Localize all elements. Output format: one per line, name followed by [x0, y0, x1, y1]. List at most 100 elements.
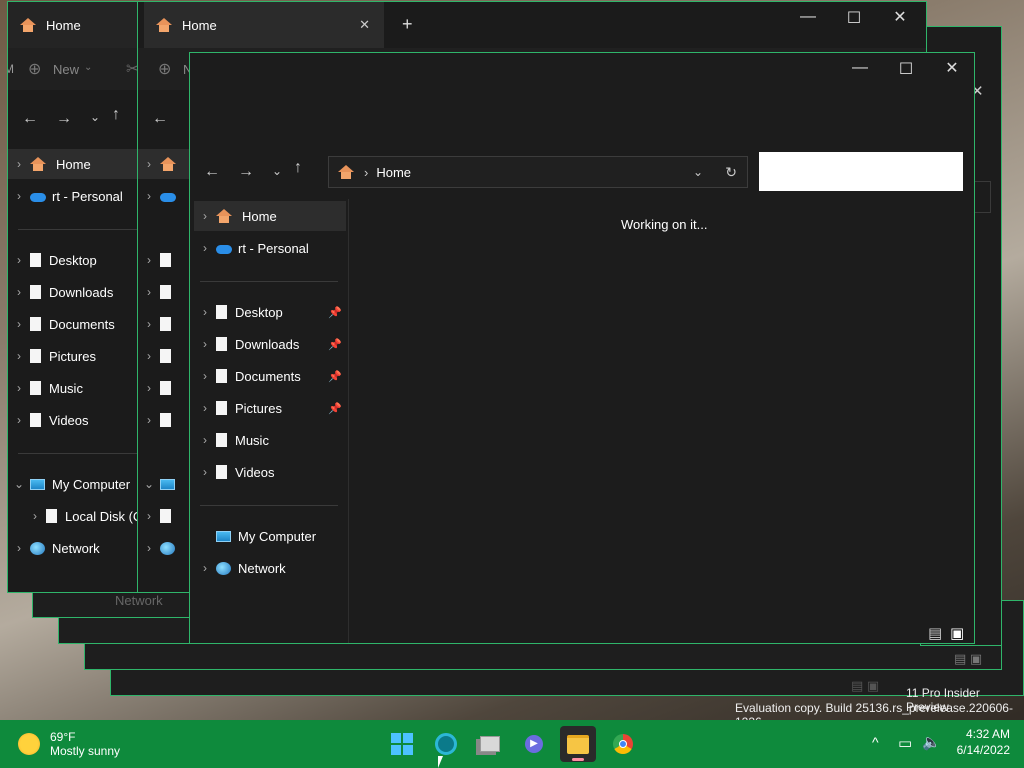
sidebar-item-downloads[interactable]: › Downloads — [8, 277, 113, 307]
sidebar-item-music[interactable]: › Music — [8, 373, 83, 403]
sidebar-item-videos[interactable]: › Videos — [194, 457, 275, 487]
address-location[interactable]: Home — [376, 165, 411, 180]
chevron-right-icon[interactable]: › — [194, 401, 216, 415]
pin-icon[interactable]: 📌 — [328, 402, 342, 415]
pin-icon[interactable]: 📌 — [328, 338, 342, 351]
sidebar-item-pictures[interactable]: › Pictures — [8, 341, 96, 371]
network-status-icon[interactable]: ▭ — [898, 734, 912, 752]
file-explorer-taskbar-button[interactable] — [560, 726, 596, 762]
sidebar-item-downloads[interactable]: › — [138, 277, 179, 307]
sidebar-item-network[interactable]: › Network — [194, 553, 286, 583]
menu-icon-partial[interactable]: M — [8, 62, 14, 76]
nav-up-icon[interactable]: ↑ — [294, 159, 302, 177]
new-button[interactable]: New — [53, 62, 79, 77]
search-box[interactable] — [759, 152, 963, 191]
weather-widget[interactable]: 69°F Mostly sunny — [18, 728, 120, 760]
chevron-right-icon[interactable]: › — [8, 381, 30, 395]
sidebar-item-pictures[interactable]: › Pictures 📌 — [194, 393, 346, 423]
sidebar-item-local-disk[interactable]: › — [138, 501, 179, 531]
chevron-right-icon[interactable]: › — [194, 433, 216, 447]
new-icon[interactable]: ⊕ — [158, 59, 171, 79]
task-view-button[interactable] — [472, 726, 508, 762]
sidebar-item-onedrive[interactable]: › rt - Personal — [194, 233, 309, 263]
sidebar-item-documents[interactable]: › — [138, 309, 179, 339]
minimize-button[interactable]: — — [837, 59, 883, 77]
chevron-right-icon[interactable]: › — [138, 381, 160, 395]
maximize-button[interactable]: ☐ — [883, 59, 929, 79]
sidebar-item-home[interactable]: › Home — [194, 201, 346, 231]
address-bar[interactable]: › Home ⌄ ↻ — [328, 156, 748, 188]
sidebar-item-my-computer[interactable]: ⌄ My Computer — [8, 469, 130, 499]
chevron-right-icon[interactable]: › — [8, 349, 30, 363]
close-button[interactable]: ✕ — [929, 58, 974, 78]
sidebar-item-my-computer[interactable]: My Computer — [194, 521, 316, 551]
minimize-button[interactable]: — — [785, 8, 831, 26]
refresh-icon[interactable]: ↻ — [725, 164, 737, 181]
chevron-right-icon[interactable]: › — [8, 189, 30, 203]
sidebar-item-desktop[interactable]: › Desktop 📌 — [194, 297, 346, 327]
nav-back-icon[interactable]: ← — [152, 110, 168, 128]
chevron-right-icon[interactable]: › — [138, 349, 160, 363]
chevron-right-icon[interactable]: › — [138, 189, 160, 203]
pin-icon[interactable]: 📌 — [328, 306, 342, 319]
maximize-button[interactable]: ☐ — [831, 8, 877, 28]
nav-forward-icon[interactable]: → — [238, 163, 254, 181]
nav-recent-icon[interactable]: ⌄ — [90, 110, 100, 124]
sidebar-item-music[interactable]: › — [138, 373, 179, 403]
chevron-right-icon[interactable]: › — [8, 317, 30, 331]
chevron-right-icon[interactable]: › — [194, 241, 216, 255]
volume-icon[interactable]: 🔈 — [922, 733, 941, 751]
show-hidden-icons-button[interactable]: ^ — [872, 734, 879, 750]
details-view-icon[interactable]: ▤ — [928, 624, 942, 642]
tiles-view-icon[interactable]: ▣ — [950, 624, 964, 642]
chevron-right-icon[interactable]: › — [194, 337, 216, 351]
explorer-window-front[interactable]: — ☐ ✕ ← → ⌄ ↑ › Home ⌄ ↻ › Home › rt - Per… — [189, 52, 975, 644]
chevron-right-icon[interactable]: › — [8, 413, 30, 427]
nav-forward-icon[interactable]: → — [56, 110, 72, 128]
chevron-right-icon[interactable]: › — [138, 157, 160, 171]
sidebar-item-videos[interactable]: › Videos — [8, 405, 89, 435]
start-button[interactable] — [384, 726, 420, 762]
sidebar-item-network[interactable]: › — [138, 533, 182, 563]
sidebar-item-onedrive[interactable]: › rt - Personal — [8, 181, 123, 211]
sidebar-item-network[interactable]: › Network — [8, 533, 100, 563]
chevron-right-icon[interactable]: › — [138, 285, 160, 299]
chevron-right-icon[interactable]: › — [194, 369, 216, 383]
sidebar-item-my-computer[interactable]: ⌄ — [138, 469, 182, 499]
chrome-taskbar-button[interactable] — [605, 726, 641, 762]
nav-recent-icon[interactable]: ⌄ — [272, 164, 282, 178]
sidebar-item-documents[interactable]: › Documents — [8, 309, 115, 339]
sidebar-item-onedrive[interactable]: › — [138, 181, 182, 211]
chevron-right-icon[interactable]: › — [24, 509, 46, 523]
tab-home-back-1[interactable]: Home — [8, 2, 138, 48]
clock[interactable]: 4:32 AM 6/14/2022 — [950, 727, 1010, 757]
sidebar-item-desktop[interactable]: › Desktop — [8, 245, 97, 275]
nav-back-icon[interactable]: ← — [204, 163, 220, 181]
sidebar-item-music[interactable]: › Music — [194, 425, 269, 455]
tab-close-icon[interactable]: ✕ — [359, 17, 370, 33]
tab-home-back-2[interactable]: Home ✕ — [144, 2, 384, 48]
sidebar-item-local-disk[interactable]: › Local Disk (C — [8, 501, 142, 531]
close-button[interactable]: ✕ — [877, 7, 923, 27]
chevron-right-icon[interactable]: › — [194, 209, 216, 223]
breadcrumb-chevron-icon[interactable]: › — [364, 165, 368, 180]
chevron-right-icon[interactable]: › — [138, 413, 160, 427]
teams-chat-button[interactable]: ▶ — [516, 726, 552, 762]
pin-icon[interactable]: 📌 — [328, 370, 342, 383]
chevron-right-icon[interactable]: › — [138, 541, 160, 555]
chevron-right-icon[interactable]: › — [8, 253, 30, 267]
new-tab-button[interactable]: + — [402, 14, 413, 35]
chevron-right-icon[interactable]: › — [194, 305, 216, 319]
chevron-right-icon[interactable]: › — [8, 285, 30, 299]
sidebar-item-downloads[interactable]: › Downloads 📌 — [194, 329, 346, 359]
sidebar-item-videos[interactable]: › — [138, 405, 179, 435]
chevron-right-icon[interactable]: › — [8, 541, 30, 555]
nav-back-icon[interactable]: ← — [22, 110, 38, 128]
sidebar-item-documents[interactable]: › Documents 📌 — [194, 361, 346, 391]
new-icon[interactable]: ⊕ — [28, 59, 41, 79]
chevron-right-icon[interactable]: › — [138, 253, 160, 267]
nav-up-icon[interactable]: ↑ — [112, 106, 120, 124]
sidebar-item-desktop[interactable]: › — [138, 245, 179, 275]
chevron-down-icon[interactable]: ⌄ — [138, 477, 160, 491]
chevron-down-icon[interactable]: ⌄ — [8, 477, 30, 491]
